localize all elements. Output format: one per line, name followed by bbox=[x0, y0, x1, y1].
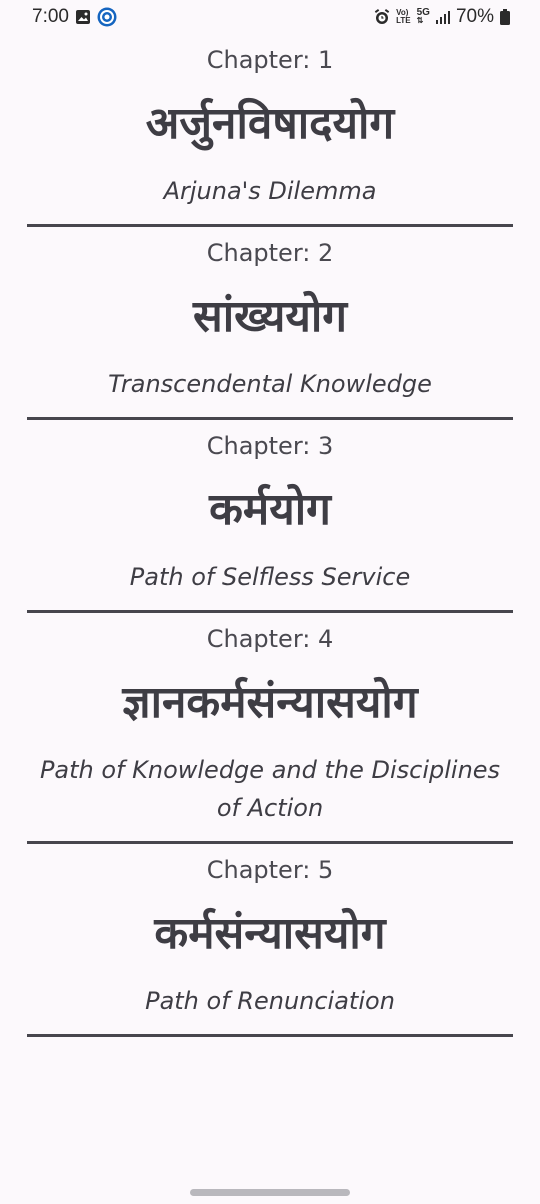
chapter-item-1[interactable]: Chapter: 1 अर्जुनविषादयोग Arjuna's Dilem… bbox=[0, 34, 540, 227]
data-activity-icon: ⇅ bbox=[416, 16, 424, 25]
chapter-number: Chapter: 5 bbox=[206, 856, 334, 884]
gallery-notification-icon bbox=[75, 9, 91, 25]
status-right: Vo) LTE 5G ⇅ 70% bbox=[374, 6, 510, 28]
chapter-sanskrit-title: अर्जुनविषादयोग bbox=[145, 98, 395, 149]
chapter-item-4[interactable]: Chapter: 4 ज्ञानकर्मसंन्यासयोग Path of K… bbox=[0, 613, 540, 844]
chapter-english-title: Path of Knowledge and the Disciplines of… bbox=[39, 756, 501, 822]
chapter-english-title: Path of Renunciation bbox=[145, 987, 395, 1015]
home-indicator[interactable] bbox=[190, 1189, 350, 1196]
chapter-item-2[interactable]: Chapter: 2 सांख्ययोग Transcendental Know… bbox=[0, 227, 540, 420]
status-left: 7:00 bbox=[32, 6, 117, 28]
chapter-item-5[interactable]: Chapter: 5 कर्मसंन्यासयोग Path of Renunc… bbox=[0, 844, 540, 1037]
5g-indicator: 5G ⇅ bbox=[416, 8, 430, 25]
chapter-sanskrit-title: सांख्ययोग bbox=[192, 291, 348, 342]
divider bbox=[27, 224, 513, 227]
chapter-item-3[interactable]: Chapter: 3 कर्मयोग Path of Selfless Serv… bbox=[0, 420, 540, 613]
divider bbox=[27, 1034, 513, 1037]
chapter-number: Chapter: 2 bbox=[206, 239, 334, 267]
battery-percent: 70% bbox=[455, 6, 494, 27]
divider bbox=[27, 417, 513, 420]
battery-icon bbox=[500, 9, 510, 25]
signal-icon bbox=[435, 10, 450, 24]
divider bbox=[27, 610, 513, 613]
chapter-number: Chapter: 4 bbox=[206, 625, 334, 653]
chapter-english-title: Path of Selfless Service bbox=[129, 563, 411, 591]
app-notification-icon bbox=[97, 7, 117, 27]
chapter-number: Chapter: 3 bbox=[206, 432, 334, 460]
alarm-icon bbox=[374, 9, 390, 25]
chapter-sanskrit-title: कर्मयोग bbox=[209, 484, 331, 535]
chapter-sanskrit-title: कर्मसंन्यासयोग bbox=[154, 908, 386, 959]
chapter-english-title: Arjuna's Dilemma bbox=[163, 177, 377, 205]
chapter-list[interactable]: Chapter: 1 अर्जुनविषादयोग Arjuna's Dilem… bbox=[0, 34, 540, 1204]
chapter-number: Chapter: 1 bbox=[206, 46, 334, 74]
status-bar: 7:00 Vo) LTE 5G ⇅ 70% bbox=[0, 0, 540, 34]
volte-bottom-label: LTE bbox=[396, 16, 411, 25]
volte-indicator: Vo) LTE bbox=[396, 9, 411, 25]
divider bbox=[27, 841, 513, 844]
status-time: 7:00 bbox=[32, 6, 69, 27]
chapter-sanskrit-title: ज्ञानकर्मसंन्यासयोग bbox=[122, 677, 418, 728]
chapter-english-title: Transcendental Knowledge bbox=[108, 370, 432, 398]
